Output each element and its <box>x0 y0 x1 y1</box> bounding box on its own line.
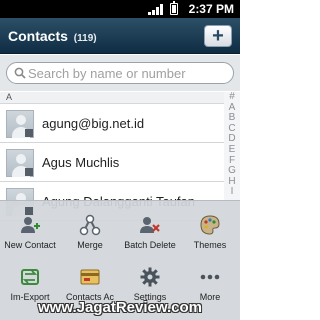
avatar <box>6 110 34 138</box>
menu-item-label: New Contact <box>4 240 56 250</box>
section-header-letter: A <box>6 92 13 102</box>
new-contact-icon <box>21 217 40 233</box>
search-input[interactable] <box>28 65 228 81</box>
contacts-account-icon <box>80 269 100 285</box>
status-bar: 2:37 PM <box>0 0 240 18</box>
themes-icon <box>200 215 220 235</box>
alphabet-index[interactable]: # A B C D E F G H I <box>224 91 240 200</box>
status-time: 2:37 PM <box>188 2 234 16</box>
contact-row[interactable]: Agus Muchlis <box>0 144 224 182</box>
index-letter[interactable]: I <box>224 187 240 198</box>
search-box[interactable] <box>6 62 234 84</box>
menu-item-label: Merge <box>77 240 103 250</box>
index-letter[interactable]: E <box>224 144 240 156</box>
index-letter[interactable]: # <box>224 91 240 103</box>
page-title-text: Contacts <box>8 28 68 44</box>
more-icon <box>200 274 220 280</box>
menu-item-batch-delete[interactable]: Batch Delete <box>120 209 180 257</box>
section-header: A <box>0 92 224 104</box>
signal-icon <box>148 4 164 15</box>
app-header: Contacts (119) + <box>0 18 240 54</box>
import-export-icon <box>21 269 39 285</box>
menu-item-new-contact[interactable]: New Contact <box>0 209 60 257</box>
menu-item-merge[interactable]: Merge <box>60 209 120 257</box>
watermark: www.JagatReview.com <box>38 299 202 316</box>
contact-count: (119) <box>73 33 97 44</box>
search-icon <box>14 67 26 79</box>
page-title: Contacts (119) <box>8 28 97 44</box>
settings-icon <box>140 267 160 287</box>
merge-icon <box>79 214 101 236</box>
menu-item-themes[interactable]: Themes <box>180 209 240 257</box>
menu-item-label: Batch Delete <box>124 240 176 250</box>
contact-row[interactable]: agung@big.net.id <box>0 105 224 143</box>
battery-icon <box>170 1 178 15</box>
contact-name: agung@big.net.id <box>42 116 145 131</box>
contact-name: Agus Muchlis <box>42 155 120 170</box>
avatar <box>6 149 34 177</box>
menu-item-label: Themes <box>193 240 227 250</box>
search-bar <box>0 55 240 91</box>
add-contact-button[interactable]: + <box>204 25 232 47</box>
batch-delete-icon <box>140 217 160 233</box>
